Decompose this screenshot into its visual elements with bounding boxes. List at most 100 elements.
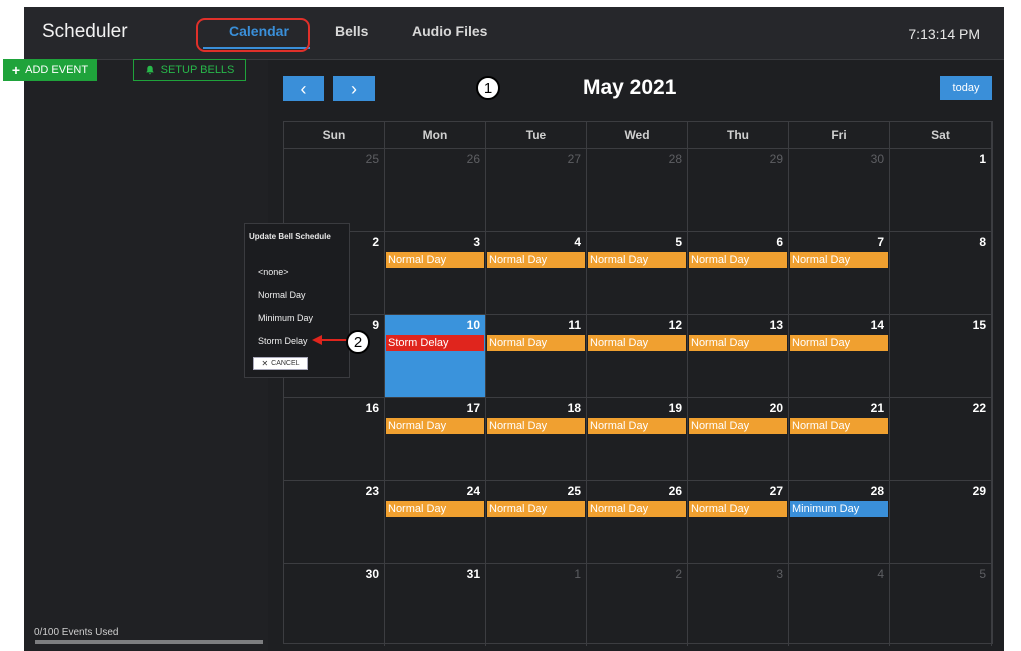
day-cell[interactable]: 14 Normal Day: [789, 314, 890, 397]
day-cell[interactable]: 26 Normal Day: [587, 480, 688, 563]
weekday-header: Sun: [284, 122, 385, 148]
event-chip[interactable]: Storm Delay: [386, 335, 484, 351]
day-cell[interactable]: 8: [890, 231, 992, 314]
tab-highlight-annotation: [196, 18, 310, 52]
event-chip[interactable]: Normal Day: [588, 418, 686, 434]
day-cell[interactable]: 13 Normal Day: [688, 314, 789, 397]
day-cell[interactable]: 27: [486, 148, 587, 231]
option-none[interactable]: <none>: [258, 267, 289, 277]
event-chip[interactable]: Normal Day: [790, 335, 888, 351]
day-cell[interactable]: 21 Normal Day: [789, 397, 890, 480]
day-cell[interactable]: 16: [284, 397, 385, 480]
option-minimum-day[interactable]: Minimum Day: [258, 313, 313, 323]
day-number: 7: [877, 235, 884, 249]
event-chip[interactable]: Normal Day: [689, 418, 787, 434]
day-cell[interactable]: 23: [284, 480, 385, 563]
event-chip[interactable]: Normal Day: [588, 252, 686, 268]
day-cell[interactable]: 30: [284, 563, 385, 646]
day-cell[interactable]: 15: [890, 314, 992, 397]
weekday-header: Wed: [587, 122, 688, 148]
event-chip[interactable]: Normal Day: [790, 418, 888, 434]
day-cell[interactable]: 25 Normal Day: [486, 480, 587, 563]
prev-month-button[interactable]: ‹: [283, 76, 324, 101]
day-cell[interactable]: 1: [486, 563, 587, 646]
day-cell[interactable]: 17 Normal Day: [385, 397, 486, 480]
day-number: 28: [668, 152, 682, 166]
tab-audio-files[interactable]: Audio Files: [412, 23, 487, 39]
event-chip[interactable]: Normal Day: [689, 252, 787, 268]
today-button[interactable]: today: [940, 76, 992, 100]
day-number: 2: [372, 235, 379, 249]
day-number: 23: [365, 484, 379, 498]
day-cell[interactable]: 29: [890, 480, 992, 563]
day-cell[interactable]: 1: [890, 148, 992, 231]
event-chip[interactable]: Normal Day: [487, 335, 585, 351]
event-chip[interactable]: Normal Day: [588, 335, 686, 351]
day-cell[interactable]: 22: [890, 397, 992, 480]
day-cell[interactable]: 5: [890, 563, 992, 646]
annotation-marker-1: 1: [476, 76, 500, 100]
day-number: 11: [568, 318, 581, 332]
day-cell[interactable]: 28: [587, 148, 688, 231]
next-month-button[interactable]: ›: [333, 76, 375, 101]
day-cell[interactable]: 4 Normal Day: [486, 231, 587, 314]
day-cell[interactable]: 18 Normal Day: [486, 397, 587, 480]
event-chip[interactable]: Minimum Day: [790, 501, 888, 517]
event-chip[interactable]: Normal Day: [386, 418, 484, 434]
day-cell[interactable]: 27 Normal Day: [688, 480, 789, 563]
option-storm-delay[interactable]: Storm Delay: [258, 336, 308, 346]
day-cell[interactable]: 12 Normal Day: [587, 314, 688, 397]
annotation-arrow-icon: [312, 335, 348, 345]
day-cell[interactable]: 3 Normal Day: [385, 231, 486, 314]
day-cell[interactable]: 25: [284, 148, 385, 231]
day-number: 17: [466, 401, 480, 415]
setup-bells-button[interactable]: SETUP BELLS: [133, 59, 246, 81]
event-chip[interactable]: Normal Day: [386, 501, 484, 517]
cancel-button[interactable]: ✕ CANCEL: [253, 357, 308, 370]
day-number: 2: [675, 567, 682, 581]
day-number: 6: [776, 235, 783, 249]
month-title: May 2021: [583, 76, 677, 99]
chevron-right-icon: ›: [351, 78, 357, 99]
day-cell[interactable]: 26: [385, 148, 486, 231]
day-cell[interactable]: 24 Normal Day: [385, 480, 486, 563]
day-cell[interactable]: 7 Normal Day: [789, 231, 890, 314]
plus-icon: +: [11, 62, 21, 78]
app-title: Scheduler: [42, 21, 128, 42]
event-chip[interactable]: Normal Day: [588, 501, 686, 517]
day-cell[interactable]: 5 Normal Day: [587, 231, 688, 314]
add-event-button[interactable]: + ADD EVENT: [3, 59, 97, 81]
day-cell[interactable]: 4: [789, 563, 890, 646]
option-normal-day[interactable]: Normal Day: [258, 290, 306, 300]
day-cell[interactable]: 28 Minimum Day: [789, 480, 890, 563]
day-cell[interactable]: 30: [789, 148, 890, 231]
day-cell[interactable]: 31: [385, 563, 486, 646]
tab-bells[interactable]: Bells: [335, 23, 368, 39]
day-number: 18: [567, 401, 581, 415]
day-cell-today[interactable]: 10 Storm Delay: [385, 314, 486, 397]
event-chip[interactable]: Normal Day: [689, 335, 787, 351]
event-chip[interactable]: Normal Day: [487, 501, 585, 517]
day-cell[interactable]: 6 Normal Day: [688, 231, 789, 314]
top-bar: Scheduler Calendar Bells Audio Files 7:1…: [24, 7, 1004, 60]
day-number: 25: [365, 152, 379, 166]
day-number: 15: [972, 318, 986, 332]
day-number: 27: [769, 484, 783, 498]
event-chip[interactable]: Normal Day: [487, 252, 585, 268]
popup-title: Update Bell Schedule: [249, 232, 331, 241]
day-cell[interactable]: 2: [587, 563, 688, 646]
event-chip[interactable]: Normal Day: [386, 252, 484, 268]
update-bell-schedule-popup: Update Bell Schedule <none> Normal Day M…: [244, 223, 350, 378]
event-chip[interactable]: Normal Day: [487, 418, 585, 434]
weekday-header: Fri: [789, 122, 890, 148]
day-cell[interactable]: 29: [688, 148, 789, 231]
day-cell[interactable]: 11 Normal Day: [486, 314, 587, 397]
day-cell[interactable]: 19 Normal Day: [587, 397, 688, 480]
day-cell[interactable]: 3: [688, 563, 789, 646]
weekday-header: Tue: [486, 122, 587, 148]
event-chip[interactable]: Normal Day: [689, 501, 787, 517]
day-cell[interactable]: 20 Normal Day: [688, 397, 789, 480]
day-number: 14: [870, 318, 884, 332]
event-chip[interactable]: Normal Day: [790, 252, 888, 268]
day-number: 1: [574, 567, 581, 581]
